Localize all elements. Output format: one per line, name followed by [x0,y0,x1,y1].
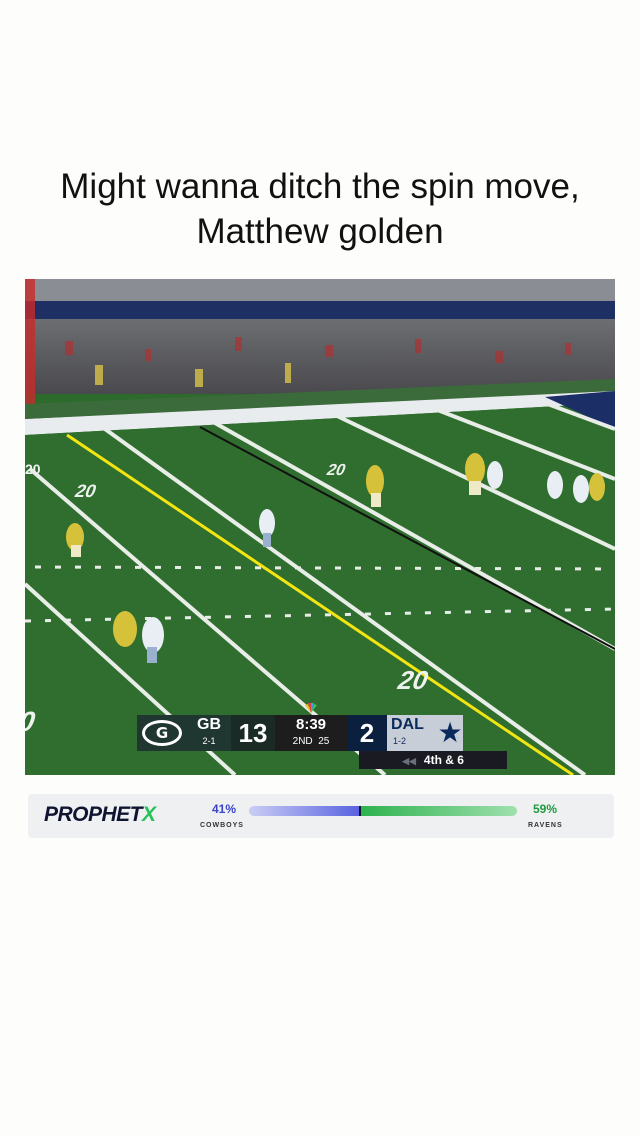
away-team-abbr: DAL [391,716,424,733]
home-team-abbr: GB [197,716,221,733]
video-caption: Might wanna ditch the spin move, Matthew… [60,167,580,251]
game-clock: 8:39 2ND 25 [275,703,347,751]
peacock-icon [305,703,317,713]
away-score: 2 [347,715,387,751]
home-team-record: 2-1 [202,736,216,746]
right-percentage: 59% [533,802,558,816]
scorebug: G GB 2-1 13 8:39 2ND 25 2 DAL 1-2 ★ ◀◀ 4… [137,703,507,769]
away-team-record: 1-2 [393,736,407,746]
clock-time: 8:39 [295,716,327,733]
play-clock: 25 [318,736,330,747]
prophetx-odds-banner[interactable]: PROPHETX 41% COWBOYS 59% RAVENS [28,794,614,838]
football-field-frame: 20 20 20 30 20 [25,279,615,775]
video-player[interactable]: 20 20 20 30 20 G GB 2-1 13 8:39 2ND 25 2… [25,279,615,775]
cowboys-star-icon: ★ [437,715,463,751]
odds-bar-right [360,806,517,816]
svg-text:20: 20 [25,461,41,477]
arrows-icon: ◀◀ [402,756,416,766]
odds-bar-left [249,806,359,816]
home-team: GB 2-1 [187,715,231,751]
home-score: 13 [231,715,275,751]
away-team: DAL 1-2 [387,715,437,751]
down-distance-text: 4th & 6 [423,753,464,767]
prophetx-logo: PROPHETX [44,803,156,826]
down-and-distance: ◀◀ 4th & 6 [359,751,507,769]
left-team-label: COWBOYS [200,822,244,829]
odds-bar [249,806,517,816]
packers-logo-icon: G [137,715,187,751]
period: 2ND [292,736,313,747]
right-team-label: RAVENS [528,822,563,829]
left-percentage: 41% [212,802,237,816]
